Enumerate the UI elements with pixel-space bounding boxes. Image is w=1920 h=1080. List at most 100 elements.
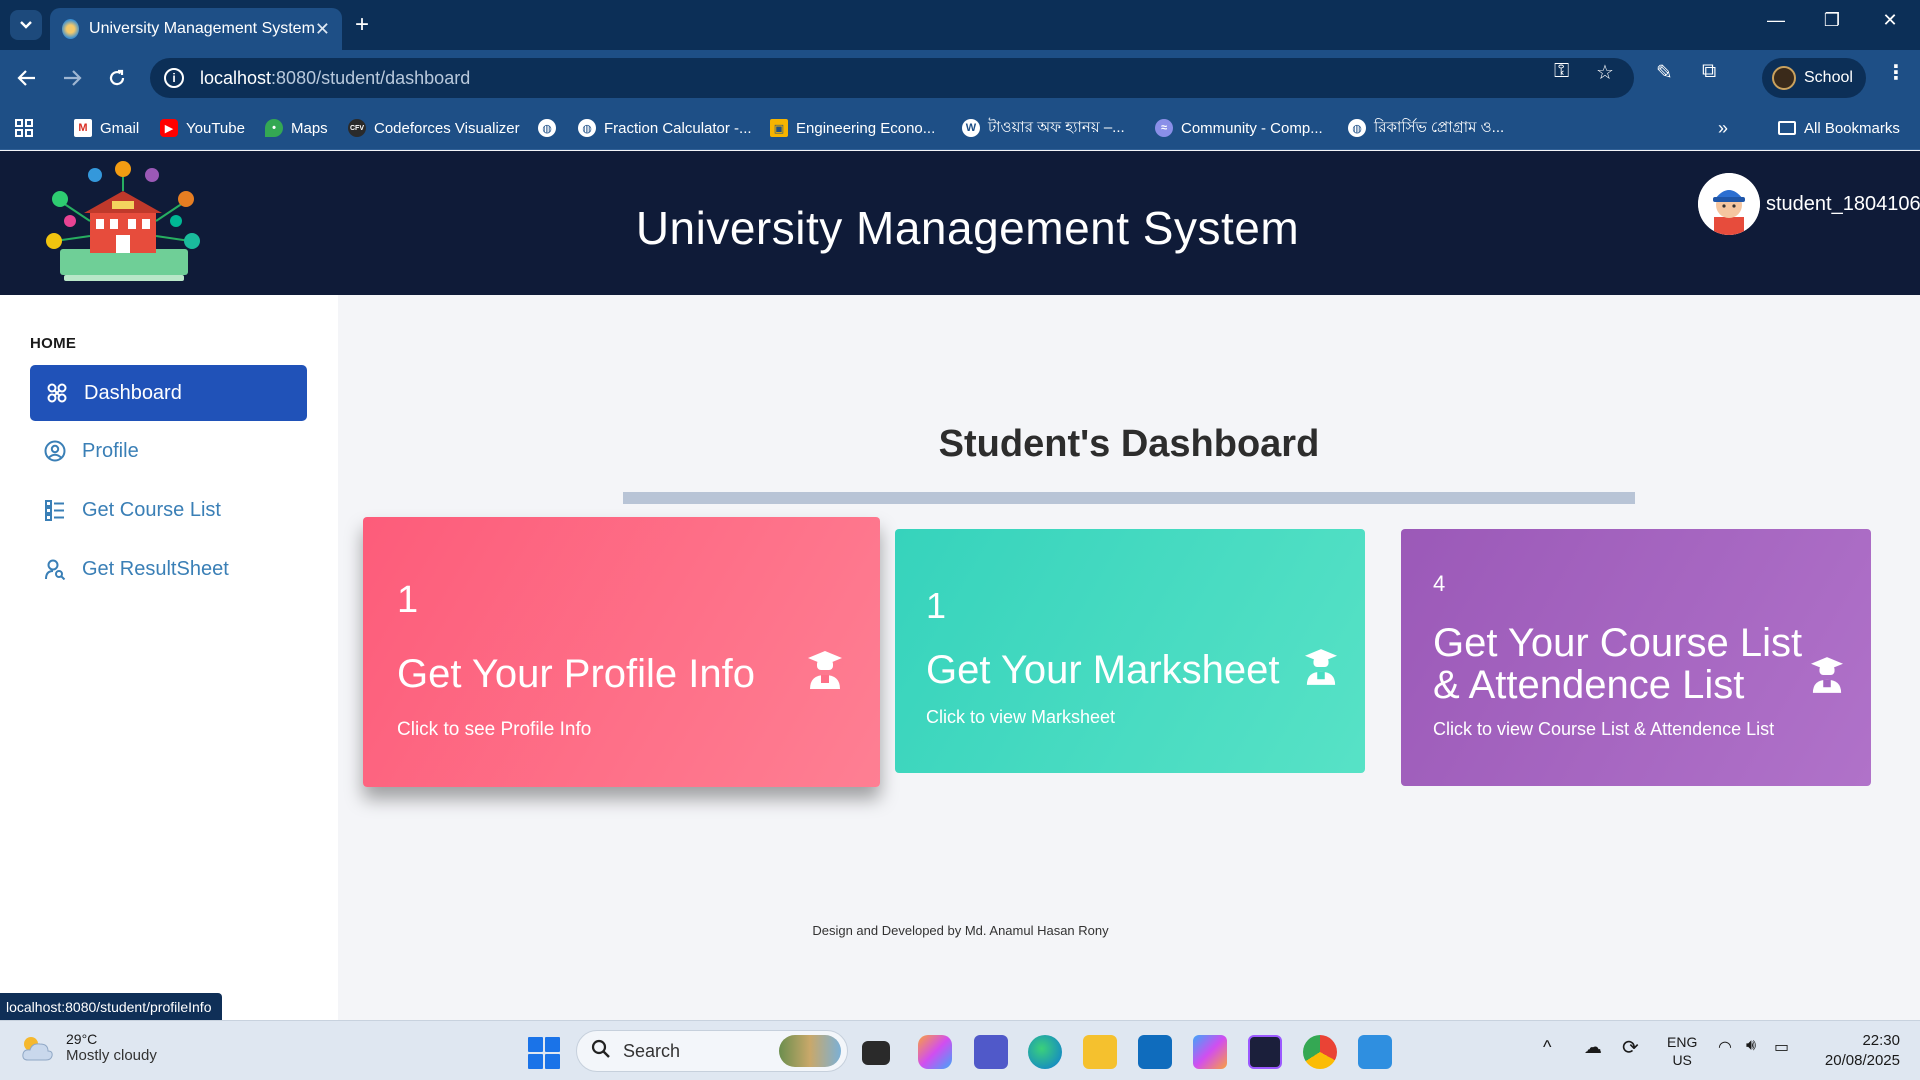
chevron-down-icon <box>20 21 32 29</box>
gmail-icon: M <box>74 119 92 137</box>
maps-pin-icon: • <box>265 119 283 137</box>
apps-grid-icon[interactable] <box>14 116 34 140</box>
profile-info-card[interactable]: 1 Get Your Profile Info Click to see Pro… <box>363 517 880 787</box>
bookmark-label: Codeforces Visualizer <box>374 119 520 137</box>
address-bar[interactable]: i localhost:8080/student/dashboard <box>150 58 1634 98</box>
reload-button[interactable] <box>100 62 134 94</box>
temperature-label: 29°C <box>66 1031 98 1047</box>
sidebar-item-get-course-list[interactable]: Get Course List <box>30 482 307 538</box>
user-menu[interactable]: student_1804106 <box>1698 173 1920 235</box>
intellij-icon[interactable] <box>1248 1035 1282 1069</box>
profile-label: School <box>1804 69 1853 86</box>
site-favicon-icon <box>62 19 80 39</box>
sidebar-item-profile[interactable]: Profile <box>30 423 307 479</box>
bookmark-codeforces[interactable]: CFV Codeforces Visualizer <box>348 116 520 140</box>
app-title: University Management System <box>635 202 1300 254</box>
bookmark-globe[interactable]: ◍ <box>538 116 564 140</box>
close-tab-icon[interactable]: ✕ <box>315 19 330 40</box>
bookmark-maps[interactable]: • Maps <box>265 116 328 140</box>
sync-icon[interactable]: ⟳ <box>1622 1035 1639 1060</box>
bookmark-community[interactable]: ≈ Community - Comp... <box>1155 116 1323 140</box>
main-content: Student's Dashboard 1 Get Your Profile I… <box>338 295 1920 1020</box>
time-label: 22:30 <box>1862 1032 1900 1049</box>
arrow-left-icon <box>17 70 35 86</box>
sidebar-item-label: Dashboard <box>84 381 182 404</box>
weather-condition-label: Mostly cloudy <box>66 1047 157 1064</box>
profile-icon <box>44 440 66 462</box>
bookmark-engineering[interactable]: ▣ Engineering Econo... <box>770 116 935 140</box>
sidebar-item-dashboard[interactable]: Dashboard <box>30 365 307 421</box>
course-attendance-card[interactable]: 4 Get Your Course List & Attendence List… <box>1401 529 1871 786</box>
bookmark-wordpress[interactable]: W টাওয়ার অফ হ্যানয় –... <box>962 116 1125 140</box>
bookmark-youtube[interactable]: ▶ YouTube <box>160 116 245 140</box>
all-bookmarks-label: All Bookmarks <box>1804 119 1900 137</box>
url-host: localhost <box>200 67 272 88</box>
bookmarks-overflow-icon[interactable]: » <box>1718 116 1728 140</box>
chrome-icon[interactable] <box>1303 1035 1337 1069</box>
extensions-icon[interactable]: ⧉ <box>1702 60 1716 83</box>
teams-icon[interactable] <box>974 1035 1008 1069</box>
folder-icon <box>1778 121 1796 135</box>
bookmark-recursive[interactable]: ◍ রিকার্সিভ প্রোগ্রাম ও... <box>1348 116 1504 140</box>
bookmark-fraction-calculator[interactable]: ◍ Fraction Calculator -... <box>578 116 752 140</box>
card-title: Get Your Profile Info <box>397 652 756 696</box>
edge-icon[interactable] <box>1028 1035 1062 1069</box>
speaker-icon[interactable]: 🔊︎ <box>1746 1037 1756 1055</box>
copilot-icon[interactable] <box>918 1035 952 1069</box>
tab-search-button[interactable] <box>10 10 42 40</box>
password-key-icon[interactable]: ⚿ <box>1554 60 1569 83</box>
eyedropper-icon[interactable]: ✎ <box>1656 60 1673 85</box>
new-tab-button[interactable]: + <box>355 12 369 38</box>
wifi-icon[interactable]: ◠ <box>1718 1037 1732 1057</box>
link-status-tooltip: localhost:8080/student/profileInfo <box>0 993 223 1020</box>
taskbar-search[interactable]: Search <box>576 1030 848 1072</box>
forward-button[interactable] <box>55 62 89 94</box>
bookmark-label: টাওয়ার অফ হ্যানয় –... <box>988 118 1125 136</box>
system-clock[interactable]: 22:30 20/08/2025 <box>1800 1031 1900 1071</box>
site-info-icon[interactable]: i <box>164 68 184 88</box>
windows-taskbar: 29°C Mostly cloudy Search ^ ☁ ⟳ ENG US ◠… <box>0 1020 1920 1080</box>
m365-icon[interactable] <box>1193 1035 1227 1069</box>
menu-kebab-icon[interactable]: ⋮ <box>1886 60 1906 85</box>
sidebar-item-get-resultsheet[interactable]: Get ResultSheet <box>30 541 307 597</box>
cfv-icon: CFV <box>348 119 366 137</box>
sidebar-item-label: Profile <box>82 439 139 462</box>
app-header: University Management System student_180… <box>0 151 1920 295</box>
minimize-icon[interactable]: — <box>1756 10 1796 31</box>
user-search-icon <box>45 559 66 580</box>
onedrive-icon[interactable]: ☁ <box>1584 1037 1602 1058</box>
weather-widget[interactable]: 29°C Mostly cloudy <box>20 1031 157 1064</box>
language-indicator[interactable]: ENG US <box>1667 1033 1697 1069</box>
tab-title: University Management System <box>89 20 315 37</box>
photos-icon[interactable] <box>1358 1035 1392 1069</box>
bookmark-gmail[interactable]: M Gmail <box>74 116 139 140</box>
close-window-icon[interactable]: ✕ <box>1870 10 1910 31</box>
file-explorer-icon[interactable] <box>1083 1035 1117 1069</box>
globe-icon: ◍ <box>1348 119 1366 137</box>
all-bookmarks-button[interactable]: All Bookmarks <box>1778 116 1900 140</box>
marksheet-card[interactable]: 1 Get Your Marksheet Click to view Marks… <box>895 529 1365 773</box>
task-view-icon[interactable] <box>862 1041 890 1065</box>
bookmark-label: রিকার্সিভ প্রোগ্রাম ও... <box>1374 118 1505 136</box>
outlook-icon[interactable] <box>1138 1035 1172 1069</box>
slides-icon: ▣ <box>770 119 788 137</box>
graduate-icon <box>808 651 842 689</box>
battery-icon[interactable]: ▭ <box>1774 1037 1789 1057</box>
url-path: :8080/student/dashboard <box>271 67 471 88</box>
bookmark-star-icon[interactable]: ☆ <box>1596 60 1614 85</box>
profile-button[interactable]: School <box>1762 58 1866 98</box>
globe-icon: ◍ <box>578 119 596 137</box>
browser-tab[interactable]: University Management System ✕ <box>50 8 342 50</box>
bookmarks-bar: M Gmail ▶ YouTube • Maps CFV Codeforces … <box>0 106 1920 150</box>
youtube-icon: ▶ <box>160 119 178 137</box>
graduate-icon <box>1811 657 1843 693</box>
back-button[interactable] <box>10 62 44 94</box>
chevron-up-icon[interactable]: ^ <box>1543 1037 1551 1058</box>
bookmark-label: Fraction Calculator -... <box>604 119 752 137</box>
windows-start-icon[interactable] <box>528 1037 560 1069</box>
restore-icon[interactable]: ❐ <box>1812 10 1852 31</box>
username-label: student_1804106 <box>1766 192 1920 215</box>
profile-avatar <box>1772 66 1796 90</box>
dashboard-icon <box>47 383 67 403</box>
sidebar-section-title: HOME <box>30 335 77 352</box>
